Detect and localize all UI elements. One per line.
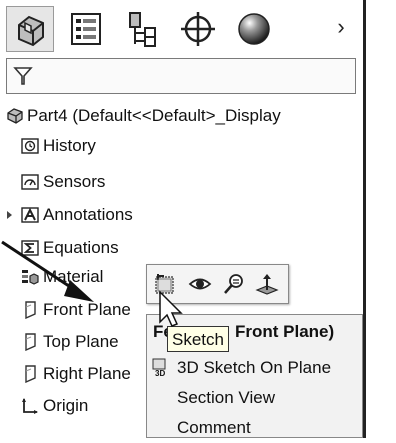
tree-item-annotations[interactable]: Annotations (0, 201, 360, 229)
menu-item-3d-sketch-on-plane[interactable]: 3D 3D Sketch On Plane (147, 353, 362, 383)
tree-item-label: Top Plane (43, 332, 119, 351)
origin-icon (22, 398, 38, 414)
mouse-cursor-icon (159, 290, 183, 327)
sensors-icon (21, 174, 39, 190)
tree-item-history[interactable]: History (0, 132, 360, 160)
annotations-icon (21, 207, 39, 223)
property-manager-tab[interactable] (62, 6, 110, 52)
context-menu-header-end: Front Plane) (235, 322, 335, 341)
plane-icon (25, 333, 36, 351)
more-tabs-chevron-icon[interactable]: › (330, 14, 352, 40)
feature-manager-icon (18, 15, 44, 47)
configuration-manager-icon (129, 12, 156, 47)
tree-root-part[interactable]: Part4 (Default<<Default>_Display (0, 102, 360, 130)
tree-item-right-plane[interactable]: Right Plane (0, 360, 144, 388)
dimxpert-manager-tab[interactable] (174, 6, 222, 52)
feature-manager-tab[interactable] (6, 6, 54, 52)
3d-sketch-icon: 3D (152, 358, 166, 378)
dimxpert-icon (181, 12, 215, 46)
tree-item-top-plane[interactable]: Top Plane (0, 328, 144, 356)
tree-item-label: Sensors (43, 172, 106, 191)
tree-item-label: Annotations (43, 205, 133, 224)
display-manager-icon (238, 13, 270, 45)
manager-tabs-toolbar: › (0, 0, 363, 55)
tree-item-sensors[interactable]: Sensors (0, 168, 360, 196)
tree-item-label: Origin (43, 396, 89, 415)
menu-item-label: Comment (177, 418, 251, 437)
menu-item-section-view[interactable]: Section View (147, 383, 362, 413)
configuration-manager-tab[interactable] (118, 6, 166, 52)
show-icon[interactable] (188, 272, 212, 296)
zoom-to-selection-icon[interactable] (222, 272, 246, 296)
part-icon (7, 108, 23, 124)
display-manager-tab[interactable] (230, 6, 278, 52)
expand-arrow-icon[interactable] (6, 210, 14, 220)
sketch-tooltip: Sketch (167, 326, 229, 352)
history-icon (21, 138, 39, 154)
property-manager-icon (71, 13, 101, 45)
menu-item-comment[interactable]: Comment (147, 413, 362, 443)
normal-to-icon[interactable] (255, 272, 279, 296)
pointer-arrow-icon (1, 240, 94, 302)
tree-root-label: Part4 (Default<<Default>_Display (27, 106, 281, 125)
plane-icon (25, 365, 36, 383)
menu-item-label: 3D Sketch On Plane (177, 358, 332, 377)
svg-text:3D: 3D (155, 369, 165, 378)
feature-filter-bar[interactable] (6, 58, 356, 94)
tree-item-label: History (43, 136, 96, 155)
tree-item-label: Right Plane (43, 364, 131, 383)
tree-item-origin[interactable]: Origin (0, 392, 144, 420)
filter-icon (13, 67, 33, 85)
menu-item-label: Section View (177, 388, 275, 407)
